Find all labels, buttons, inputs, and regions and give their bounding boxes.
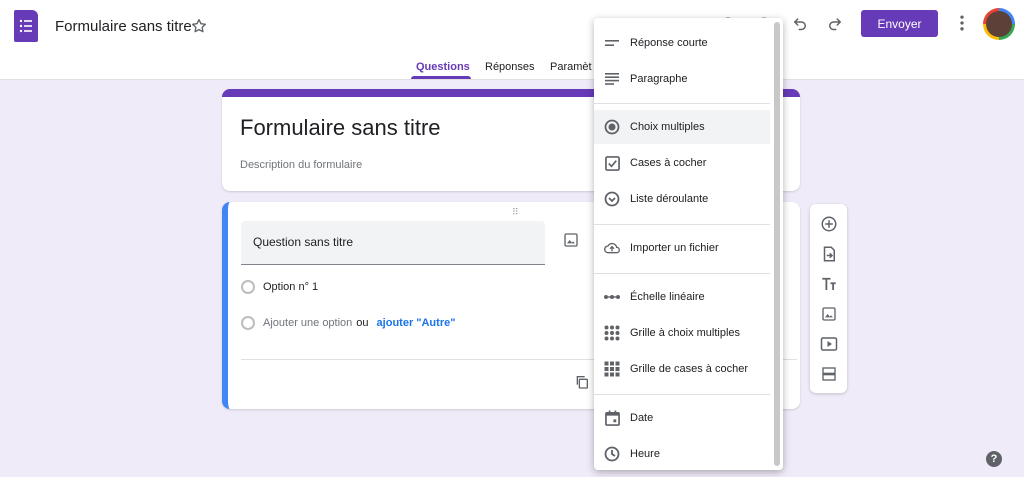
or-text: ou xyxy=(356,317,369,329)
forms-logo-icon[interactable] xyxy=(14,10,38,42)
redo-icon[interactable] xyxy=(823,13,847,37)
cloud-upload-icon xyxy=(604,240,620,256)
tab-responses[interactable]: Réponses xyxy=(485,61,535,73)
menu-separator xyxy=(594,103,770,104)
menu-separator xyxy=(594,394,770,395)
option-row: Option n° 1 xyxy=(241,280,318,294)
add-section-icon[interactable] xyxy=(818,363,839,384)
undo-icon[interactable] xyxy=(788,13,812,37)
option-label[interactable]: Option n° 1 xyxy=(263,281,318,293)
tab-settings[interactable]: Paramèt xyxy=(550,61,592,73)
menu-item-checkbox-grid[interactable]: Grille de cases à cocher xyxy=(594,352,770,386)
menu-item-multiple-choice[interactable]: Choix multiples xyxy=(594,110,770,144)
menu-item-checkboxes[interactable]: Cases à cocher xyxy=(594,146,770,180)
add-title-icon[interactable] xyxy=(818,273,839,294)
menu-item-short-answer[interactable]: Réponse courte xyxy=(594,26,770,60)
star-icon[interactable] xyxy=(190,17,208,40)
form-description[interactable]: Description du formulaire xyxy=(240,159,362,171)
question-type-menu: Réponse courte Paragraphe Choix multiple… xyxy=(594,18,783,470)
tab-questions[interactable]: Questions xyxy=(416,61,470,73)
header: Formulaire sans titre Envoyer Questions … xyxy=(0,0,1024,80)
menu-item-date[interactable]: Date xyxy=(594,401,770,435)
menu-item-dropdown[interactable]: Liste déroulante xyxy=(594,182,770,216)
add-video-icon[interactable] xyxy=(818,333,839,354)
tabs: Questions Réponses Paramèt xyxy=(0,60,1024,80)
clock-icon xyxy=(604,446,620,462)
form-title[interactable]: Formulaire sans titre xyxy=(240,115,441,141)
menu-separator xyxy=(594,273,770,274)
calendar-icon xyxy=(604,410,620,426)
avatar[interactable] xyxy=(983,8,1015,40)
duplicate-icon[interactable] xyxy=(574,374,590,395)
send-button[interactable]: Envoyer xyxy=(861,10,938,37)
dropdown-icon xyxy=(604,191,620,207)
checkbox-grid-icon xyxy=(604,361,620,377)
add-image-icon[interactable] xyxy=(563,232,579,253)
radio-icon xyxy=(241,280,255,294)
tab-indicator xyxy=(411,76,471,79)
menu-item-linear-scale[interactable]: Échelle linéaire xyxy=(594,280,770,314)
import-questions-icon[interactable] xyxy=(818,243,839,264)
grid-icon xyxy=(604,325,620,341)
doc-title[interactable]: Formulaire sans titre xyxy=(55,18,192,35)
menu-separator xyxy=(594,224,770,225)
menu-item-file-upload[interactable]: Importer un fichier xyxy=(594,231,770,265)
question-title-input[interactable]: Question sans titre xyxy=(241,221,545,265)
add-question-icon[interactable] xyxy=(818,213,839,234)
menu-item-multiple-choice-grid[interactable]: Grille à choix multiples xyxy=(594,316,770,350)
menu-item-time[interactable]: Heure xyxy=(594,437,770,471)
add-option-link[interactable]: Ajouter une option xyxy=(263,317,352,329)
add-option-row: Ajouter une option ou ajouter "Autre" xyxy=(241,316,455,330)
more-vert-icon[interactable] xyxy=(952,13,972,38)
menu-scrollbar[interactable] xyxy=(774,22,780,466)
linear-scale-icon xyxy=(604,289,620,305)
checkbox-icon xyxy=(604,155,620,171)
menu-item-paragraph[interactable]: Paragraphe xyxy=(594,62,770,96)
drag-handle-icon[interactable]: ⠿ xyxy=(512,207,520,218)
help-icon[interactable]: ? xyxy=(986,451,1002,467)
side-toolbar xyxy=(810,204,847,393)
radio-icon xyxy=(604,119,620,135)
radio-icon xyxy=(241,316,255,330)
short-answer-icon xyxy=(604,35,620,51)
add-image-icon[interactable] xyxy=(818,303,839,324)
paragraph-icon xyxy=(604,71,620,87)
add-other-link[interactable]: ajouter "Autre" xyxy=(377,317,456,329)
